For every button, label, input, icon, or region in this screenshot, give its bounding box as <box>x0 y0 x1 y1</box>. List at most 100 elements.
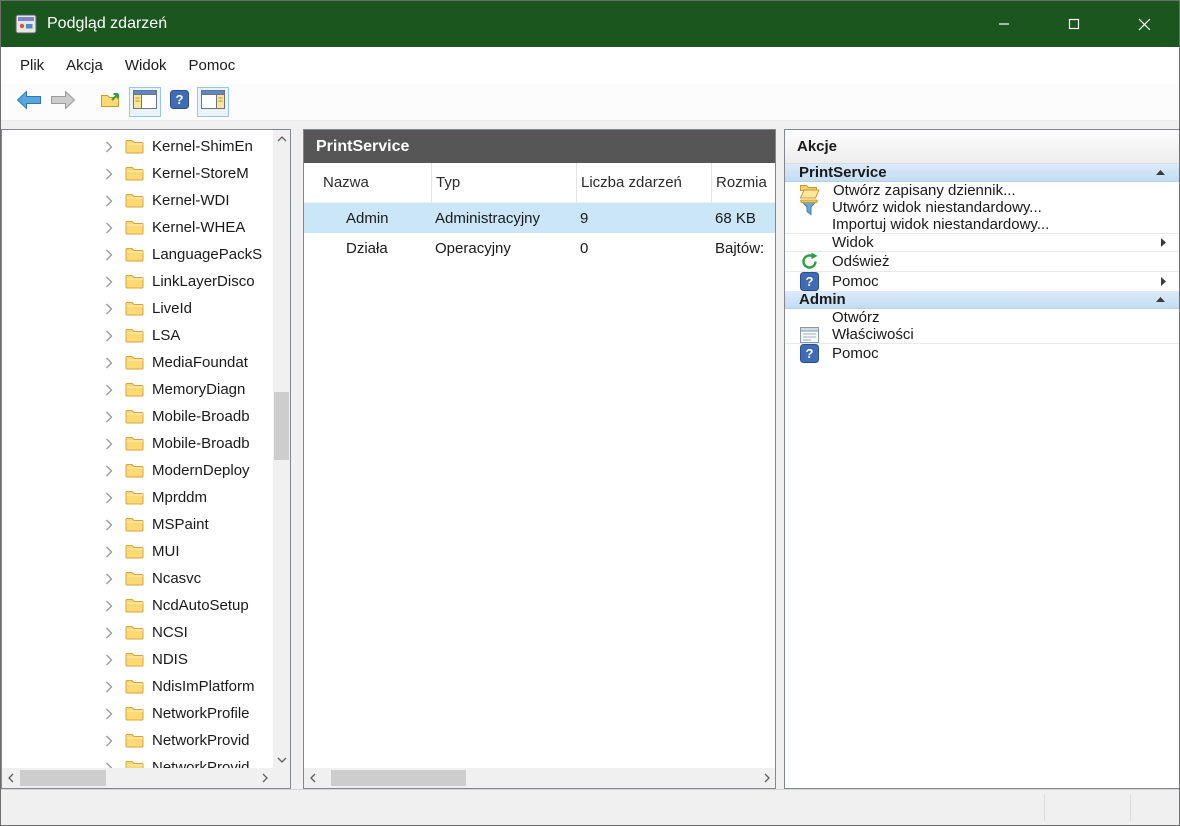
collapse-up-icon[interactable] <box>1155 296 1166 303</box>
action-item[interactable]: Otwórz <box>785 309 1179 326</box>
vertical-scrollbar-thumb[interactable] <box>274 392 289 460</box>
up-level-button[interactable] <box>95 87 127 117</box>
action-pane-toggle-button[interactable] <box>197 87 229 117</box>
expand-chevron-icon[interactable] <box>105 438 115 450</box>
expand-chevron-icon[interactable] <box>105 546 115 558</box>
tree-item[interactable]: LanguagePackS <box>2 241 273 268</box>
expand-chevron-icon[interactable] <box>105 681 115 693</box>
action-item[interactable]: Właściwości <box>785 326 1179 343</box>
expand-chevron-icon[interactable] <box>105 276 115 288</box>
action-section-header-admin[interactable]: Admin <box>785 291 1179 309</box>
tree-item[interactable]: NetworkProvid <box>2 754 273 768</box>
tree-item[interactable]: Ncasvc <box>2 565 273 592</box>
scroll-right-arrow-icon[interactable] <box>256 768 273 788</box>
action-item[interactable]: ?Pomoc <box>785 271 1179 291</box>
collapse-up-icon[interactable] <box>1155 169 1166 176</box>
maximize-button[interactable] <box>1039 1 1109 47</box>
expand-chevron-icon[interactable] <box>105 141 115 153</box>
folder-icon <box>125 355 144 370</box>
tree-item[interactable]: MUI <box>2 538 273 565</box>
expand-chevron-icon[interactable] <box>105 519 115 531</box>
submenu-right-icon[interactable] <box>1160 276 1167 287</box>
tree-item[interactable]: Mobile-Broadb <box>2 403 273 430</box>
action-item-label: Importuj widok niestandardowy... <box>832 216 1049 233</box>
tree-item[interactable]: Kernel-WHEA <box>2 214 273 241</box>
scroll-left-arrow-icon[interactable] <box>2 768 19 788</box>
expand-chevron-icon[interactable] <box>105 195 115 207</box>
tree-item[interactable]: NDIS <box>2 646 273 673</box>
expand-chevron-icon[interactable] <box>105 357 115 369</box>
scroll-up-arrow-icon[interactable] <box>273 130 290 147</box>
tree-item[interactable]: Kernel-StoreM <box>2 160 273 187</box>
action-item[interactable]: Utwórz widok niestandardowy... <box>785 199 1179 216</box>
expand-chevron-icon[interactable] <box>105 303 115 315</box>
scroll-right-arrow-icon[interactable] <box>758 768 775 788</box>
action-section-header-printservice[interactable]: PrintService <box>785 164 1179 182</box>
tree-item[interactable]: MemoryDiagn <box>2 376 273 403</box>
action-item[interactable]: Widok <box>785 233 1179 251</box>
expand-chevron-icon[interactable] <box>105 735 115 747</box>
expand-chevron-icon[interactable] <box>105 384 115 396</box>
expand-chevron-icon[interactable] <box>105 249 115 261</box>
panel-splitter-left[interactable] <box>291 129 303 789</box>
tree-vertical-scrollbar[interactable] <box>273 130 290 768</box>
horizontal-scrollbar-thumb[interactable] <box>331 770 466 786</box>
expand-chevron-icon[interactable] <box>105 600 115 612</box>
expand-chevron-icon[interactable] <box>105 492 115 504</box>
column-header-3[interactable]: Liczba zdarzeń <box>576 163 711 202</box>
tree-horizontal-scrollbar[interactable] <box>2 768 273 788</box>
tree-item[interactable]: NCSI <box>2 619 273 646</box>
horizontal-scroll-track[interactable] <box>321 768 758 788</box>
menu-pomoc[interactable]: Pomoc <box>178 47 247 84</box>
tree-item[interactable]: Kernel-WDI <box>2 187 273 214</box>
horizontal-scroll-track[interactable] <box>19 768 256 788</box>
column-header-1[interactable]: Nazwa <box>319 163 431 202</box>
tree-item[interactable]: Mprddm <box>2 484 273 511</box>
expand-chevron-icon[interactable] <box>105 627 115 639</box>
tree-item[interactable]: NcdAutoSetup <box>2 592 273 619</box>
console-tree-toggle-button[interactable] <box>129 87 161 117</box>
expand-chevron-icon[interactable] <box>105 708 115 720</box>
tree-item[interactable]: NdisImPlatform <box>2 673 273 700</box>
forward-button[interactable] <box>47 87 79 117</box>
help-button[interactable]: ? <box>163 87 195 117</box>
tree-item[interactable]: LSA <box>2 322 273 349</box>
menu-plik[interactable]: Plik <box>9 47 55 84</box>
tree-item[interactable]: MSPaint <box>2 511 273 538</box>
tree-item[interactable]: NetworkProvid <box>2 727 273 754</box>
tree-item[interactable]: ModernDeploy <box>2 457 273 484</box>
expand-chevron-icon[interactable] <box>105 330 115 342</box>
action-item[interactable]: ?Pomoc <box>785 343 1179 363</box>
tree-item[interactable]: NetworkProfile <box>2 700 273 727</box>
back-button[interactable] <box>13 87 45 117</box>
expand-chevron-icon[interactable] <box>105 654 115 666</box>
panel-splitter-right[interactable] <box>776 129 784 789</box>
tree-item[interactable]: Mobile-Broadb <box>2 430 273 457</box>
action-item[interactable]: Odśwież <box>785 251 1179 271</box>
tree-item[interactable]: LiveId <box>2 295 273 322</box>
tree-item[interactable]: MediaFoundat <box>2 349 273 376</box>
scroll-down-arrow-icon[interactable] <box>273 751 290 768</box>
submenu-right-icon[interactable] <box>1160 237 1167 248</box>
menu-widok[interactable]: Widok <box>114 47 178 84</box>
column-header-4[interactable]: Rozmia <box>711 163 775 202</box>
folder-icon <box>125 382 144 397</box>
action-item[interactable]: Otwórz zapisany dziennik... <box>785 182 1179 199</box>
column-header-2[interactable]: Typ <box>431 163 576 202</box>
table-row[interactable]: DziałaOperacyjny0Bajtów: <box>304 233 775 263</box>
tree-item[interactable]: LinkLayerDisco <box>2 268 273 295</box>
menu-akcja[interactable]: Akcja <box>55 47 114 84</box>
expand-chevron-icon[interactable] <box>105 411 115 423</box>
expand-chevron-icon[interactable] <box>105 222 115 234</box>
tree-item[interactable]: Kernel-ShimEn <box>2 133 273 160</box>
results-horizontal-scrollbar[interactable] <box>304 768 775 788</box>
expand-chevron-icon[interactable] <box>105 573 115 585</box>
expand-chevron-icon[interactable] <box>105 465 115 477</box>
scroll-left-arrow-icon[interactable] <box>304 768 321 788</box>
expand-chevron-icon[interactable] <box>105 168 115 180</box>
close-button[interactable] <box>1109 1 1179 47</box>
horizontal-scrollbar-thumb[interactable] <box>20 770 106 786</box>
minimize-button[interactable] <box>969 1 1039 47</box>
table-row[interactable]: AdminAdministracyjny968 KB <box>304 203 775 233</box>
action-item[interactable]: Importuj widok niestandardowy... <box>785 216 1179 233</box>
